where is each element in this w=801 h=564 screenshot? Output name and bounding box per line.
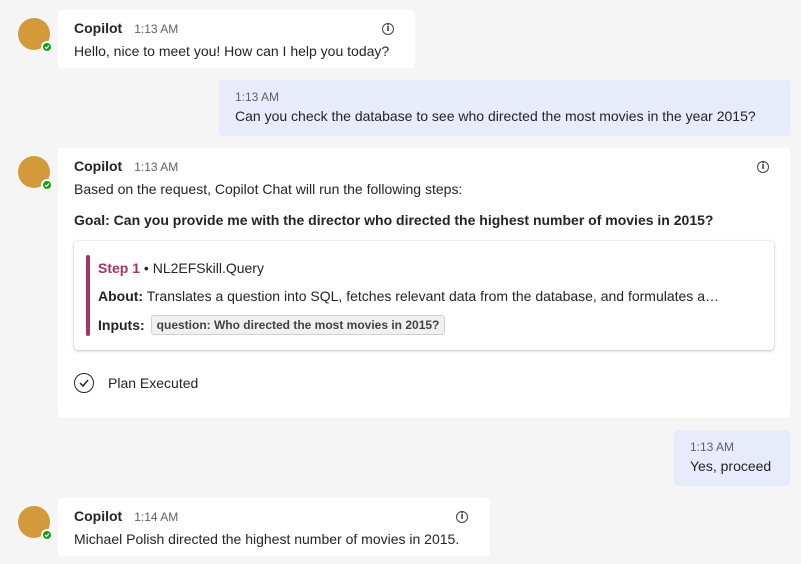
plan-status: Plan Executed <box>74 373 198 393</box>
presence-available-icon <box>41 529 53 541</box>
presence-available-icon <box>41 41 53 53</box>
message-text: Yes, proceed <box>690 458 772 474</box>
user-message-2: 1:13 AM Yes, proceed <box>674 430 790 486</box>
check-circle-icon <box>74 373 94 393</box>
presence-available-icon <box>41 179 53 191</box>
plan-intro: Based on the request, Copilot Chat will … <box>74 181 463 197</box>
copilot-avatar[interactable] <box>18 156 53 191</box>
copilot-avatar[interactable] <box>18 18 53 53</box>
plan-status-text: Plan Executed <box>108 375 199 391</box>
step-accent-bar <box>86 255 90 336</box>
plan-goal: Goal: Can you provide me with the direct… <box>74 212 714 228</box>
message-text: Can you check the database to see who di… <box>235 108 756 124</box>
message-text: Michael Polish directed the highest numb… <box>74 531 460 547</box>
timestamp: 1:13 AM <box>134 160 179 174</box>
sender-name: Copilot <box>74 158 123 174</box>
bot-message-answer: Copilot 1:14 AM Michael Polish directed t… <box>58 498 490 556</box>
step-label: Step 1 <box>98 260 141 276</box>
info-icon[interactable] <box>456 511 468 523</box>
inputs-label: Inputs: <box>98 317 145 333</box>
step-skill: NL2EFSkill.Query <box>152 260 264 276</box>
input-chip: question: Who directed the most movies i… <box>150 315 446 335</box>
info-icon[interactable] <box>382 23 394 35</box>
info-icon[interactable] <box>757 161 769 173</box>
copilot-avatar[interactable] <box>18 506 53 541</box>
sender-name: Copilot <box>74 20 123 36</box>
message-text: Hello, nice to meet you! How can I help … <box>74 43 390 59</box>
user-message-1: 1:13 AM Can you check the database to se… <box>219 80 790 136</box>
sender-name: Copilot <box>74 508 123 524</box>
about-text: Translates a question into SQL, fetches … <box>146 288 719 304</box>
timestamp: 1:13 AM <box>690 440 735 454</box>
timestamp: 1:13 AM <box>134 22 179 36</box>
step-separator: • <box>143 260 149 276</box>
timestamp: 1:14 AM <box>134 510 179 524</box>
plan-step-card: Step 1 • NL2EFSkill.Query About: Transla… <box>74 241 774 350</box>
bot-message-plan: Copilot 1:13 AM Based on the request, Cop… <box>58 148 790 418</box>
timestamp: 1:13 AM <box>235 90 280 104</box>
about-label: About: <box>98 288 144 304</box>
bot-message-1: Copilot 1:13 AM Hello, nice to meet you! … <box>58 10 415 68</box>
